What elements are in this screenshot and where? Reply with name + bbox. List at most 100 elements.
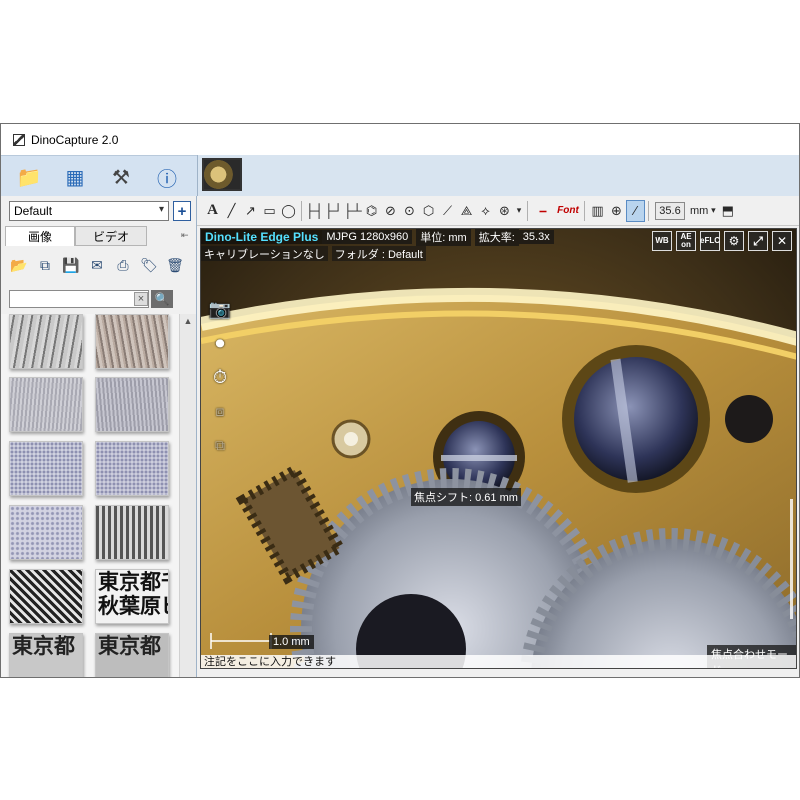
gallery-thumbnail[interactable] bbox=[95, 505, 169, 560]
measure-triangle-icon[interactable]: ⟁ bbox=[457, 200, 476, 222]
open-folder-icon[interactable]: 📁 bbox=[13, 162, 45, 192]
gallery-thumbnail[interactable] bbox=[95, 314, 169, 369]
measure-parallel-icon[interactable]: ├┴ bbox=[343, 200, 362, 222]
eflc-icon[interactable]: eFLC bbox=[700, 231, 720, 251]
toolbar-divider bbox=[527, 200, 528, 221]
measure-count-icon[interactable]: ⊛ bbox=[495, 200, 514, 222]
current-capture-thumbnail[interactable] bbox=[202, 158, 242, 191]
thumbnail-gallery: 東京都千 秋葉原ビ 東京都 東京都 bbox=[1, 314, 179, 677]
measure-circle-icon[interactable]: ⊘ bbox=[381, 200, 400, 222]
folder-dropdown[interactable]: フォルダ : Default bbox=[331, 246, 426, 261]
resolution-dropdown[interactable]: MJPG 1280x960 bbox=[322, 230, 413, 244]
line-color-icon[interactable]: ⎯ bbox=[531, 200, 555, 222]
edof-icon[interactable]: ⧈ bbox=[207, 399, 233, 423]
tab-images[interactable]: 画像 bbox=[5, 226, 75, 246]
gallery-thumbnail[interactable] bbox=[9, 377, 83, 432]
timelapse-icon[interactable]: ⏱ bbox=[207, 365, 233, 389]
chevron-down-icon[interactable]: ▾ bbox=[514, 200, 524, 222]
capture-strip bbox=[197, 155, 799, 196]
tag-icon[interactable]: 🏷 bbox=[139, 255, 159, 275]
gallery-thumbnail[interactable]: 東京都 bbox=[95, 633, 169, 677]
magnification-value[interactable]: 35.3x bbox=[518, 230, 554, 244]
grid-icon[interactable]: ▥ bbox=[588, 200, 607, 222]
search-icon[interactable]: 🔍 bbox=[151, 290, 173, 308]
toolbar-divider bbox=[648, 200, 649, 221]
video-record-icon[interactable]: ⏺ bbox=[207, 331, 233, 355]
gallery-thumbnail[interactable] bbox=[9, 314, 83, 369]
settings-icon[interactable]: ⚙ bbox=[724, 231, 744, 251]
gallery-thumbnail[interactable] bbox=[9, 569, 83, 624]
info-icon[interactable]: ⓘ bbox=[151, 162, 183, 192]
save-icon[interactable]: 💾 bbox=[61, 255, 81, 275]
email-icon[interactable]: ✉ bbox=[87, 255, 107, 275]
camera-info-bar: Dino-Lite Edge Plus MJPG 1280x960 単位: mm… bbox=[201, 229, 558, 246]
measure-hexagon-icon[interactable]: ⬡ bbox=[419, 200, 438, 222]
measure-angle-icon[interactable]: ⟋ bbox=[438, 200, 457, 222]
measure-polygon-icon[interactable]: ⌬ bbox=[362, 200, 381, 222]
tools-icon[interactable]: ⚒ bbox=[105, 162, 137, 192]
thumbnail-text: 東京都 bbox=[12, 634, 75, 658]
font-settings-icon[interactable]: Font bbox=[555, 200, 581, 222]
microscope-image bbox=[201, 229, 796, 668]
open-file-icon[interactable]: 📂 bbox=[9, 255, 29, 275]
gallery-thumbnail[interactable]: 東京都千 秋葉原ビ bbox=[95, 569, 169, 624]
focus-shift-readout: 焦点シフト: 0.61 mm bbox=[411, 488, 521, 506]
toolbar-divider bbox=[301, 200, 302, 221]
gallery-thumbnail[interactable]: 東京都 bbox=[9, 633, 83, 677]
gallery-view-icon[interactable]: ▦ bbox=[59, 162, 91, 192]
chevron-down-icon: ▾ bbox=[158, 204, 164, 215]
measurement-value-field[interactable]: 35.6 bbox=[655, 201, 685, 220]
focus-slider[interactable] bbox=[790, 499, 793, 619]
text-tool-icon[interactable]: A bbox=[203, 200, 222, 222]
search-input[interactable] bbox=[9, 290, 149, 308]
profile-value: Default bbox=[14, 204, 53, 218]
line-tool-icon[interactable]: ╱ bbox=[222, 200, 241, 222]
unit-label[interactable]: 単位: mm bbox=[416, 229, 471, 246]
export-icon[interactable]: ⬒ bbox=[718, 200, 737, 222]
gallery-thumbnail[interactable] bbox=[95, 441, 169, 496]
rectangle-tool-icon[interactable]: ▭ bbox=[260, 200, 279, 222]
calibrate-icon[interactable]: ⁄ bbox=[626, 199, 645, 222]
measure-radius-icon[interactable]: ⊙ bbox=[400, 200, 419, 222]
chevron-down-icon[interactable]: ▾ bbox=[708, 200, 718, 222]
tab-videos[interactable]: ビデオ bbox=[75, 226, 147, 246]
ellipse-tool-icon[interactable]: ◯ bbox=[279, 200, 298, 222]
gallery-thumbnail[interactable] bbox=[9, 441, 83, 496]
window-title: DinoCapture 2.0 bbox=[31, 132, 119, 147]
auto-exposure-icon[interactable]: AE on bbox=[676, 231, 696, 251]
profile-dropdown[interactable]: Default ▾ bbox=[9, 201, 169, 221]
print-icon[interactable]: ⎙ bbox=[113, 255, 133, 275]
white-balance-icon[interactable]: WB bbox=[652, 231, 672, 251]
fullscreen-icon[interactable]: ⤢ bbox=[748, 231, 768, 251]
arrow-tool-icon[interactable]: ↗ bbox=[241, 200, 260, 222]
gallery-thumbnail[interactable] bbox=[9, 505, 83, 560]
annotation-input[interactable]: 注記をここに入力できます bbox=[201, 655, 796, 668]
scale-bar-label: 1.0 mm bbox=[269, 635, 314, 649]
gallery-actions: 📂 ⧉ 💾 ✉ ⎙ 🏷 🗑 bbox=[1, 250, 196, 280]
compare-icon[interactable]: ⧉ bbox=[35, 255, 55, 275]
magnification-label: 拡大率: bbox=[474, 229, 519, 246]
edr-icon[interactable]: ⧉ bbox=[207, 433, 233, 457]
clear-search-icon[interactable]: × bbox=[134, 292, 148, 306]
title-bar: DinoCapture 2.0 bbox=[1, 124, 799, 155]
toolbar-divider bbox=[584, 200, 585, 221]
camera-icon[interactable]: 📷 bbox=[207, 297, 233, 321]
measure-line-icon[interactable]: ├┤ bbox=[305, 200, 324, 222]
add-profile-button[interactable]: + bbox=[173, 201, 191, 221]
panel-pin-icon[interactable]: ⇤ bbox=[181, 230, 189, 241]
measure-polyline-icon[interactable]: ├┘ bbox=[324, 200, 343, 222]
close-icon[interactable]: ✕ bbox=[772, 231, 792, 251]
scroll-up-icon[interactable]: ▲ bbox=[180, 316, 196, 330]
camera-model: Dino-Lite Edge Plus bbox=[201, 230, 323, 244]
thumbnail-text: 東京都千 秋葉原ビ bbox=[98, 570, 168, 618]
calibration-row: キャリブレーションなし フォルダ : Default bbox=[201, 246, 430, 261]
crosshair-icon[interactable]: ⊕ bbox=[607, 200, 626, 222]
measure-diamond-icon[interactable]: ⟡ bbox=[476, 200, 495, 222]
gallery-scrollbar[interactable]: ▲ bbox=[179, 314, 196, 677]
unit-dropdown[interactable]: mm bbox=[690, 205, 708, 217]
gallery-thumbnail[interactable] bbox=[95, 377, 169, 432]
calibration-status: キャリブレーションなし bbox=[201, 246, 328, 261]
left-panel: Default ▾ + 画像 ビデオ ⇤ 📂 ⧉ 💾 ✉ ⎙ 🏷 🗑 × 🔍 東… bbox=[1, 196, 197, 677]
live-view[interactable]: Dino-Lite Edge Plus MJPG 1280x960 単位: mm… bbox=[200, 228, 797, 669]
delete-icon[interactable]: 🗑 bbox=[165, 255, 185, 275]
